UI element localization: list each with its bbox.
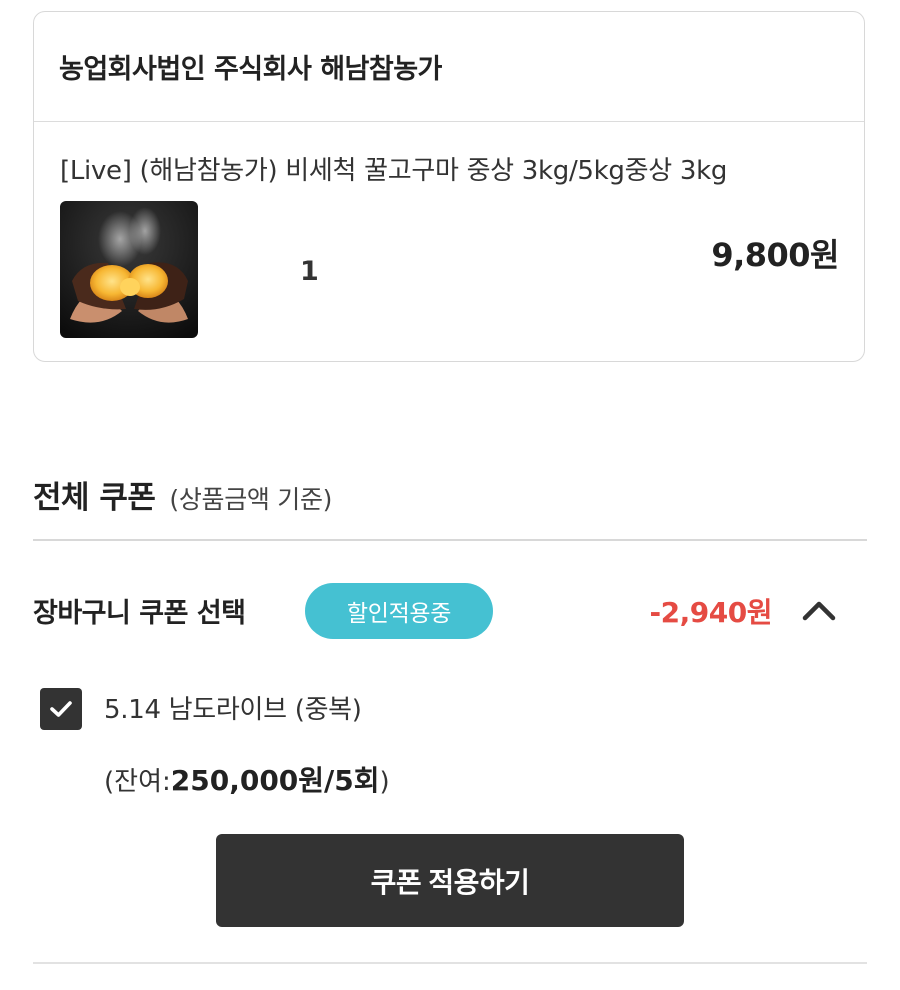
coupon-remaining: (잔여: 250,000원/5회 ) <box>104 759 390 799</box>
cart-coupon-label[interactable]: 장바구니 쿠폰 선택 <box>33 591 246 630</box>
apply-coupon-button[interactable]: 쿠폰 적용하기 <box>216 834 684 927</box>
bottom-divider <box>33 962 867 964</box>
coupon-remaining-value: 250,000원/5회 <box>170 764 380 797</box>
discount-applied-badge: 할인적용중 <box>305 583 493 639</box>
seller-name: 농업회사법인 주식회사 해남참농가 <box>59 54 442 85</box>
roasted-sweet-potato-image <box>60 201 198 338</box>
product-quantity: 1 <box>300 256 319 287</box>
coupon-section-heading: 전체 쿠폰 (상품금액 기준) <box>33 472 332 517</box>
coupon-name[interactable]: 5.14 남도라이브 (중복) <box>104 689 362 726</box>
chevron-up-icon[interactable] <box>800 598 838 622</box>
section-divider <box>33 539 867 541</box>
product-title[interactable]: [Live] (해남참농가) 비세척 꿀고구마 중상 3kg/5kg중상 3kg <box>60 150 727 187</box>
discount-amount: -2,940원 <box>649 596 773 629</box>
coupon-remaining-suffix: ) <box>379 767 390 797</box>
coupon-remaining-prefix: (잔여: <box>104 767 171 797</box>
product-price: 9,800원 <box>711 236 839 274</box>
seller-card: 농업회사법인 주식회사 해남참농가 [Live] (해남참농가) 비세척 꿀고구… <box>33 11 865 362</box>
coupon-checkbox[interactable] <box>40 688 82 730</box>
checkmark-icon <box>50 701 72 717</box>
coupon-section-subtitle: (상품금액 기준) <box>169 485 333 514</box>
coupon-section-title: 전체 쿠폰 <box>33 480 156 516</box>
seller-header: 농업회사법인 주식회사 해남참농가 <box>34 12 864 122</box>
product-thumbnail[interactable] <box>60 201 198 338</box>
